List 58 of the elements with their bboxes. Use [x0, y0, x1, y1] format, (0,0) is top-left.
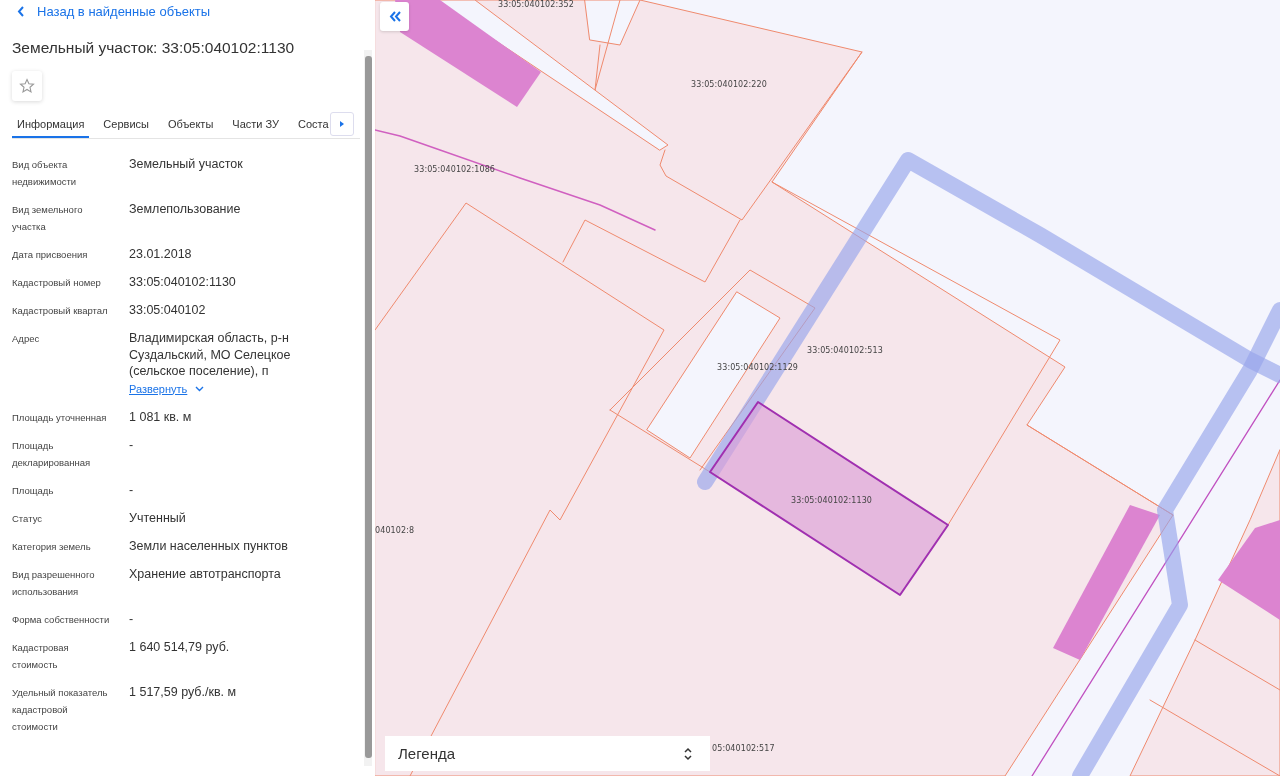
caret-right-icon	[339, 121, 344, 127]
field-value: Владимирская область, р-н Суздальский, МО Селецкое (сельское поселение), п	[129, 330, 292, 380]
field-label: Кадастровый квартал	[12, 304, 109, 318]
up-down-chevron-icon	[684, 746, 692, 761]
parcel-number: 040102:8	[375, 526, 415, 535]
parcel-number: 33:05:040102:1129	[717, 363, 799, 372]
field-label: Вид разрешенного использования	[12, 567, 96, 599]
field-value: 1 517,59 руб./кв. м	[129, 683, 237, 700]
chevron-down-icon	[195, 386, 205, 392]
field-value: -	[129, 436, 134, 453]
tab[interactable]: Объекты	[162, 112, 219, 138]
field-label: Дата присвоения	[12, 248, 89, 262]
favorite-button[interactable]	[12, 71, 42, 101]
star-icon	[19, 78, 35, 94]
field-label: Площадь	[12, 483, 55, 498]
tab[interactable]: Части ЗУ	[227, 112, 284, 138]
field-value: -	[129, 481, 134, 498]
field-label: Статус	[12, 511, 44, 526]
expand-link[interactable]: Развернуть	[129, 379, 205, 398]
parcel-number: 33:05:040102:1086	[414, 165, 496, 174]
field-label: Категория земель	[12, 539, 92, 554]
field-label: Удельный показатель кадастровой стоимости	[12, 685, 109, 734]
parcel-number: 33:05:040102:220	[691, 80, 767, 89]
collapse-panel-button[interactable]	[380, 2, 409, 31]
parcel-number: 33:05:040102:352	[498, 0, 574, 9]
field-label: Форма собственности	[12, 612, 111, 627]
tab[interactable]: Информация	[12, 112, 90, 138]
field-label: Вид земельного участка	[12, 203, 84, 234]
scrollbar[interactable]	[364, 50, 372, 766]
field-label: Площадь декларированная	[12, 438, 92, 470]
tab[interactable]: Сервисы	[98, 112, 154, 138]
page-title: Земельный участок: 33:05:040102:1130	[12, 38, 296, 58]
field-label: Адрес	[12, 332, 41, 346]
next-tabs-button[interactable]	[329, 112, 354, 136]
field-value: Земельный участок	[129, 156, 243, 173]
field-value: Землепользование	[129, 201, 241, 218]
map[interactable]: 33:05:040102:352 33:05:040102:220 33:05:040102:1086 33:05:040102:513 33:05:040102:1129 33:05:040102:1130 040102:8 Легенда 05:040102:517	[375, 0, 1280, 776]
parcel-number: 33:05:040102:513	[807, 346, 883, 355]
field-label: Кадастровый номер	[12, 276, 102, 290]
field-value: 33:05:040102	[129, 302, 206, 319]
field-value: -	[129, 610, 134, 627]
chevron-left-icon	[17, 5, 25, 17]
back-link[interactable]: Назад в найденные объекты	[17, 4, 364, 18]
field-value: Хранение автотранспорта	[129, 565, 281, 582]
field-value: 33:05:040102:1130	[129, 274, 236, 291]
double-chevron-left-icon	[388, 11, 401, 22]
parcel-number: 33:05:040102:1130	[791, 496, 873, 505]
field-label: Вид объекта недвижимости	[12, 158, 78, 189]
field-value: 1 081 кв. м	[129, 408, 192, 425]
parcel-number: 05:040102:517	[712, 744, 775, 753]
field-value: Учтенный	[129, 509, 186, 526]
field-label: Площадь уточненная	[12, 410, 108, 425]
legend-dropdown[interactable]: Легенда	[385, 736, 710, 771]
tab[interactable]: Соста	[293, 112, 330, 138]
field-value: 1 640 514,79 руб.	[129, 638, 230, 655]
field-value: 23.01.2018	[129, 246, 192, 263]
field-value: Земли населенных пунктов	[129, 537, 288, 554]
field-label: Кадастровая стоимость	[12, 640, 70, 672]
